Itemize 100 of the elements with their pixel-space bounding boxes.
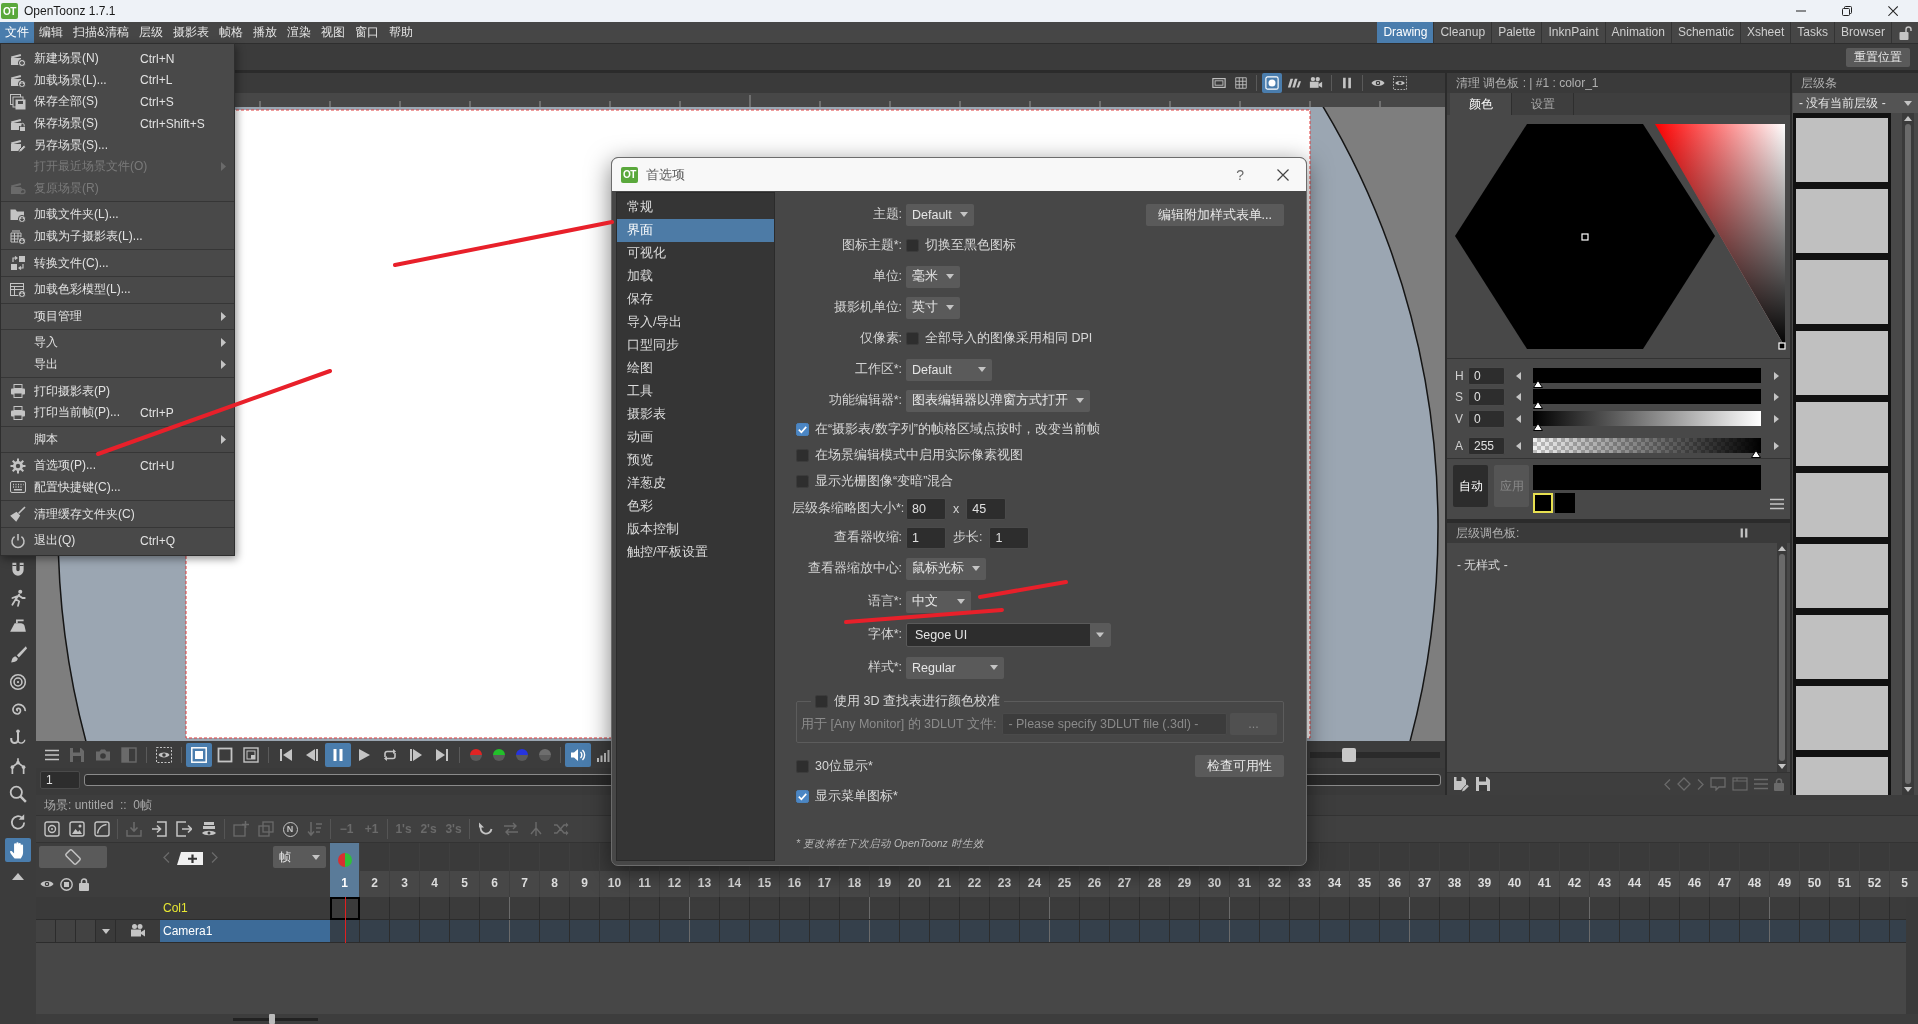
toggle-cell[interactable] bbox=[36, 920, 56, 942]
menu-item[interactable]: 加载文件夹(L)... bbox=[1, 204, 234, 226]
category-item[interactable]: 可视化 bbox=[617, 242, 774, 265]
frame-icon[interactable] bbox=[1212, 76, 1226, 90]
menu-item[interactable]: 退出(Q) Ctrl+Q bbox=[1, 529, 234, 552]
square-dots-icon[interactable] bbox=[43, 821, 60, 837]
pause-icon[interactable] bbox=[1340, 76, 1354, 90]
slider-thumb[interactable] bbox=[1751, 450, 1761, 459]
frame-column-header[interactable]: 46 bbox=[1680, 843, 1710, 897]
dropdown[interactable]: Default bbox=[906, 203, 974, 226]
channel-dot-icon[interactable] bbox=[514, 747, 529, 762]
triangle-up-icon[interactable] bbox=[12, 873, 24, 880]
slider-thumb[interactable] bbox=[1533, 422, 1543, 431]
triangle-left-icon[interactable] bbox=[1516, 393, 1521, 402]
category-item[interactable]: 口型同步 bbox=[617, 334, 774, 357]
checkbox[interactable] bbox=[796, 789, 809, 803]
menu-item[interactable]: 摄影表 bbox=[168, 22, 214, 43]
input-field[interactable]: 1 bbox=[906, 526, 946, 549]
slider-track[interactable] bbox=[1533, 389, 1761, 410]
dropdown[interactable]: 图表编辑器以弹窗方式打开 bbox=[906, 389, 1090, 412]
value-field[interactable]: 255 bbox=[1468, 437, 1505, 456]
menu-item[interactable]: 帧格 bbox=[214, 22, 248, 43]
menu-item[interactable]: 窗口 bbox=[350, 22, 384, 43]
checkbox[interactable] bbox=[906, 239, 919, 252]
channel-dot-icon[interactable] bbox=[537, 747, 552, 762]
iron-icon[interactable] bbox=[9, 617, 27, 635]
frame-column-header[interactable]: 8 bbox=[540, 843, 570, 897]
layer-cell-row[interactable] bbox=[330, 897, 1906, 920]
help-button[interactable]: ? bbox=[1236, 166, 1244, 183]
input-field[interactable]: 45 bbox=[966, 497, 1007, 520]
play-icon[interactable] bbox=[356, 746, 372, 763]
checkbox[interactable] bbox=[796, 422, 809, 436]
frame-column-header[interactable]: 9 bbox=[570, 843, 600, 897]
menu-item[interactable]: 扫描&清稿 bbox=[68, 22, 134, 43]
menu-item[interactable]: 脚本 bbox=[1, 428, 234, 451]
slider-track[interactable] bbox=[1533, 438, 1761, 459]
menu-item[interactable]: 视图 bbox=[316, 22, 350, 43]
magnifier-icon[interactable] bbox=[9, 785, 27, 803]
level-dropdown[interactable]: - 没有当前层级 - bbox=[1793, 93, 1918, 113]
input-field[interactable]: 1 bbox=[989, 526, 1030, 549]
dropdown[interactable]: Regular bbox=[906, 656, 1004, 679]
checkbox[interactable] bbox=[796, 759, 809, 773]
category-item[interactable]: 触控/平板设置 bbox=[617, 541, 774, 564]
square-inset-icon[interactable] bbox=[186, 742, 212, 767]
menu-item[interactable]: 打印摄影表(P) bbox=[1, 380, 234, 402]
menu-item[interactable]: 播放 bbox=[248, 22, 282, 43]
category-item[interactable]: 洋葱皮 bbox=[617, 472, 774, 495]
tab-plus-icon[interactable] bbox=[177, 849, 203, 865]
reload-icon[interactable] bbox=[477, 821, 494, 837]
reset-layout-button[interactable]: 重置位置 bbox=[1846, 47, 1910, 67]
square-icon[interactable] bbox=[217, 746, 233, 763]
frame-column-header[interactable]: 51 bbox=[1830, 843, 1860, 897]
brush-icon[interactable] bbox=[9, 645, 27, 663]
triangle-right-icon[interactable] bbox=[1774, 442, 1779, 451]
arrow-down-icon[interactable] bbox=[1904, 787, 1912, 792]
value-field[interactable]: 0 bbox=[1468, 366, 1505, 385]
menu-item[interactable]: 导出 bbox=[1, 353, 234, 376]
menu-icon[interactable] bbox=[1770, 498, 1784, 510]
scrollbar[interactable] bbox=[1906, 897, 1918, 1014]
frame-column-header[interactable]: 40 bbox=[1500, 843, 1530, 897]
menu-item[interactable]: 加载场景(L)... Ctrl+L bbox=[1, 69, 234, 92]
menu-item[interactable]: 另存场景(S)... bbox=[1, 134, 234, 156]
step-forward-icon[interactable] bbox=[408, 746, 424, 763]
frame-column-header[interactable]: 52 bbox=[1860, 843, 1890, 897]
frame-column-header[interactable]: 42 bbox=[1560, 843, 1590, 897]
frame-column-header[interactable]: 38 bbox=[1440, 843, 1470, 897]
menu-item[interactable]: 新建场景(N) Ctrl+N bbox=[1, 48, 234, 70]
slanted-bars-icon[interactable] bbox=[1287, 76, 1301, 90]
layer-cell-row[interactable] bbox=[330, 920, 1906, 943]
arrow-up-icon[interactable] bbox=[1904, 116, 1912, 121]
menu-item[interactable]: 项目管理 bbox=[1, 305, 234, 328]
triangle-right-icon[interactable] bbox=[1774, 414, 1779, 423]
toggle-button[interactable]: 自动 bbox=[1453, 465, 1488, 507]
menu-item[interactable]: 转换文件(C)... bbox=[1, 252, 234, 274]
frame-column-header[interactable]: 34 bbox=[1320, 843, 1350, 897]
eye-box-icon[interactable] bbox=[1393, 76, 1407, 90]
pause-icon[interactable] bbox=[325, 742, 351, 767]
minimize-icon[interactable] bbox=[1795, 10, 1806, 12]
frame-column-header[interactable]: 49 bbox=[1770, 843, 1800, 897]
skip-start-icon[interactable] bbox=[278, 746, 294, 763]
value-field[interactable]: 0 bbox=[1468, 388, 1505, 407]
arrow-down-icon[interactable] bbox=[1778, 764, 1786, 769]
toggle-cell[interactable] bbox=[56, 920, 76, 942]
toggle-cell[interactable] bbox=[76, 920, 96, 942]
dropdown[interactable]: 鼠标光标 bbox=[906, 557, 986, 580]
category-item[interactable]: 摄影表 bbox=[617, 403, 774, 426]
slider-thumb[interactable] bbox=[1342, 747, 1357, 762]
frame-column-header[interactable]: 35 bbox=[1350, 843, 1380, 897]
frame-column-header[interactable]: 50 bbox=[1800, 843, 1830, 897]
font-combo[interactable]: Segoe UI bbox=[906, 622, 1111, 647]
skip-end-icon[interactable] bbox=[434, 746, 450, 763]
curve-square-icon[interactable] bbox=[93, 821, 110, 837]
category-item[interactable]: 工具 bbox=[617, 380, 774, 403]
slider-track[interactable] bbox=[1533, 410, 1761, 431]
checkbox[interactable] bbox=[796, 448, 809, 462]
swatch-icon[interactable] bbox=[1533, 493, 1553, 513]
menu-item[interactable]: 编辑 bbox=[34, 22, 68, 43]
caret-icon[interactable] bbox=[101, 928, 110, 934]
scrollbar[interactable] bbox=[1902, 113, 1914, 795]
square-corner-icon[interactable] bbox=[243, 746, 259, 763]
